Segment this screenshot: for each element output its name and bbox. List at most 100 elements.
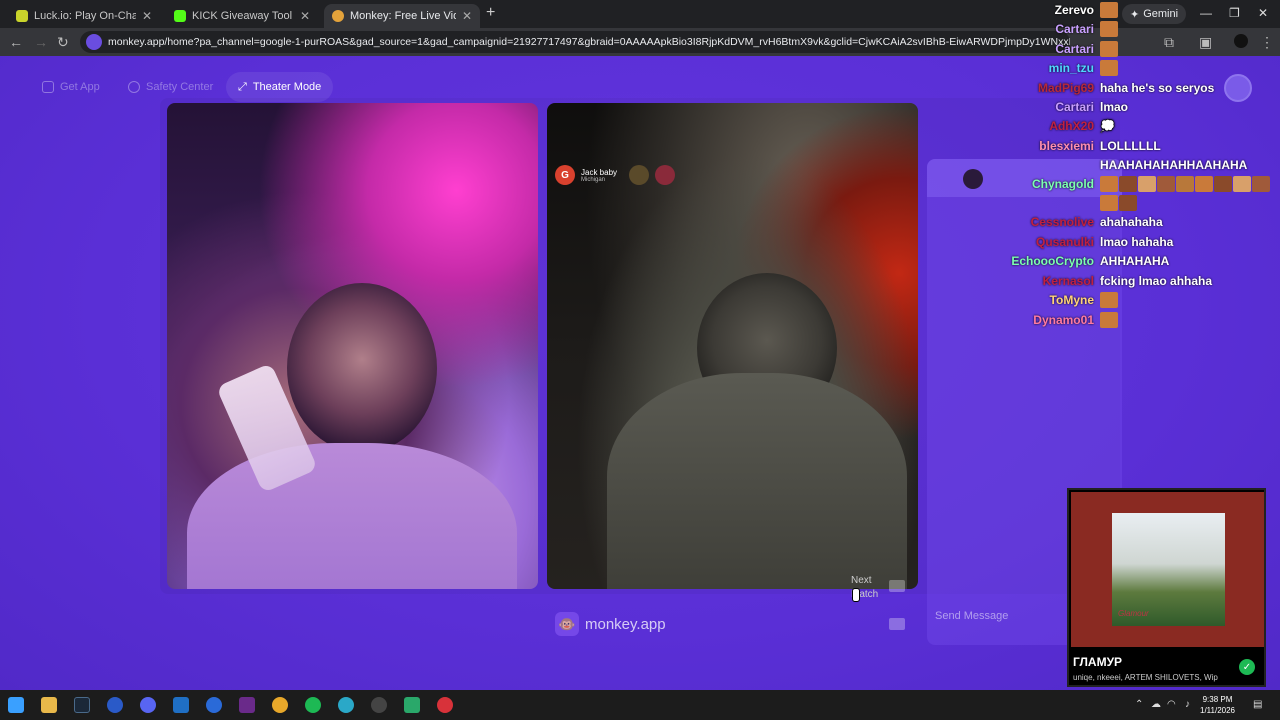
chat-username[interactable]: EchoooCrypto xyxy=(1011,254,1094,268)
tab-monkey[interactable]: Monkey: Free Live Video C ✕ xyxy=(324,4,480,28)
song-title: ГЛАМУР xyxy=(1073,655,1123,669)
close-icon[interactable]: ✕ xyxy=(462,9,472,23)
emote-icon xyxy=(1100,291,1118,308)
chat-text xyxy=(1100,175,1271,192)
forward-icon[interactable]: → xyxy=(34,34,48,50)
heart-badge-icon[interactable] xyxy=(629,165,650,185)
peer-meta: Jack baby Michigan xyxy=(581,168,617,183)
chat-text xyxy=(1100,20,1119,37)
vscode-icon[interactable] xyxy=(173,697,189,713)
song-artists: uniqe, nkeeei, ARTEM SHILOVETS, Wip xyxy=(1073,673,1218,682)
settings-icon[interactable] xyxy=(371,697,387,713)
chat-username[interactable]: Qusanulki xyxy=(1036,235,1094,249)
chat-message: ToMyne xyxy=(980,290,1280,309)
system-clock[interactable]: 9:38 PM 1/11/2026 xyxy=(1200,694,1235,716)
chat-text xyxy=(1100,194,1138,211)
chat-text: LOLLLLLL xyxy=(1100,138,1161,153)
luck-favicon-icon xyxy=(16,10,28,22)
chat-username[interactable]: Cartari xyxy=(1055,100,1094,114)
chat-username[interactable]: blesxiemi xyxy=(1039,139,1094,153)
chat-text: AHHAHAHA xyxy=(1100,253,1170,268)
close-icon[interactable]: ✕ xyxy=(142,9,152,23)
chat-username[interactable]: Cessnolive xyxy=(1031,215,1094,229)
chat-message: Dynamo01 xyxy=(980,310,1280,329)
url-text: monkey.app/home?pa_channel=google-1-purR… xyxy=(108,36,1070,48)
gift-badge-icon[interactable] xyxy=(655,165,676,185)
chat-message: Cartari xyxy=(980,19,1280,38)
tray-chevron-icon[interactable]: ⌃ xyxy=(1135,699,1143,710)
emote-icon xyxy=(1119,194,1137,211)
peer-avatar: G xyxy=(555,165,575,185)
emote-icon xyxy=(1100,59,1118,76)
opera-icon[interactable] xyxy=(437,697,453,713)
emote-icon xyxy=(1233,175,1251,192)
chat-username[interactable]: Zerevo xyxy=(1055,3,1094,17)
get-app-button[interactable]: Get App xyxy=(30,72,112,102)
emote-icon xyxy=(1157,175,1175,192)
reload-icon[interactable]: ↻ xyxy=(57,34,69,51)
kick-favicon-icon xyxy=(174,10,186,22)
chat-username[interactable]: Chynagold xyxy=(1032,177,1094,191)
windows-start-icon[interactable] xyxy=(8,697,24,713)
app-icon[interactable] xyxy=(107,697,123,713)
tab-luck[interactable]: Luck.io: Play On-Chain Prov ✕ xyxy=(8,4,160,28)
emote-icon xyxy=(1176,175,1194,192)
chat-message: HAAHAHAHAHHAAHAHA xyxy=(980,155,1280,174)
windows-taskbar: ⌃ ☁ ◠ ♪ 9:38 PM 1/11/2026 ▤ xyxy=(0,690,1280,720)
monkey-logo-icon: 🐵 xyxy=(555,612,579,636)
spotify-icon[interactable] xyxy=(305,697,321,713)
send-message-input[interactable]: Send Message xyxy=(935,610,1008,622)
chat-username[interactable]: MadPig69 xyxy=(1038,81,1094,95)
monkey-brand: 🐵 monkey.app xyxy=(555,612,666,636)
edge-icon[interactable] xyxy=(338,697,354,713)
chat-message: MadPig69 haha he's so seryos xyxy=(980,78,1280,97)
peer-location: Michigan xyxy=(581,176,606,183)
brand-text: monkey.app xyxy=(585,615,666,633)
file-explorer-icon[interactable] xyxy=(41,697,57,713)
notification-icon[interactable]: ▤ xyxy=(1253,699,1262,710)
emote-icon xyxy=(1100,175,1118,192)
chrome-icon[interactable] xyxy=(272,697,288,713)
music-widget: Glamour ГЛАМУР uniqe, nkeeei, ARTEM SHIL… xyxy=(1067,488,1266,687)
site-info-icon[interactable] xyxy=(86,34,102,50)
person-hoodie xyxy=(607,373,907,589)
onedrive-icon[interactable]: ☁ xyxy=(1151,699,1161,710)
next-match-icon[interactable] xyxy=(889,580,905,592)
tab-title: KICK Giveaway Tool xyxy=(192,10,293,22)
chat-message: AdhX20 💭 xyxy=(980,116,1280,135)
chat-username[interactable]: min_tzu xyxy=(1049,61,1094,75)
peer-info[interactable]: G Jack baby Michigan xyxy=(555,165,676,185)
back-icon[interactable]: ← xyxy=(9,34,23,50)
discord-icon[interactable] xyxy=(140,697,156,713)
app-store-icon[interactable] xyxy=(404,697,420,713)
chat-message xyxy=(980,193,1280,212)
close-icon[interactable]: ✕ xyxy=(300,9,310,23)
monkey-favicon-icon xyxy=(332,10,344,22)
url-bar[interactable]: monkey.app/home?pa_channel=google-1-purR… xyxy=(80,31,1070,53)
browser-icon[interactable] xyxy=(206,697,222,713)
chat-message: EchoooCrypto AHHAHAHA xyxy=(980,251,1280,270)
steam-icon[interactable] xyxy=(74,697,90,713)
chat-text xyxy=(1100,291,1119,308)
emote-icon xyxy=(1252,175,1270,192)
clock-date: 1/11/2026 xyxy=(1200,706,1235,715)
chat-message: Cartari xyxy=(980,39,1280,58)
chat-username[interactable]: AdhX20 xyxy=(1049,119,1094,133)
chat-username[interactable]: Cartari xyxy=(1055,42,1094,56)
chat-text: 💭 xyxy=(1100,118,1115,133)
new-tab-button[interactable]: + xyxy=(486,4,495,22)
network-icon[interactable]: ◠ xyxy=(1167,699,1176,710)
person-body xyxy=(187,443,517,589)
skip-icon[interactable] xyxy=(889,618,905,630)
next-app-icon[interactable] xyxy=(239,697,255,713)
chat-message: Chynagold xyxy=(980,174,1280,193)
tab-title: Luck.io: Play On-Chain Prov xyxy=(34,10,136,22)
chat-username[interactable]: Kernasol xyxy=(1043,274,1094,288)
chat-text: ahahahaha xyxy=(1100,214,1163,229)
volume-icon[interactable]: ♪ xyxy=(1185,699,1190,710)
chat-username[interactable]: ToMyne xyxy=(1050,293,1094,307)
chat-username[interactable]: Cartari xyxy=(1055,22,1094,36)
tab-kick[interactable]: KICK Giveaway Tool ✕ xyxy=(166,4,318,28)
chat-username[interactable]: Dynamo01 xyxy=(1033,313,1094,327)
clock-time: 9:38 PM xyxy=(1202,695,1233,704)
